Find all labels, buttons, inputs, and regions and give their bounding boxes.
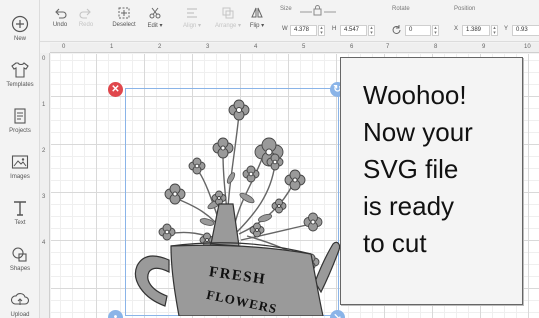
sidebar-item-text[interactable]: Text [0,198,40,226]
ruler-mark: 1 [110,44,114,50]
shirt-icon [11,62,29,78]
sidebar-item-projects[interactable]: Projects [0,106,40,134]
redo-icon [79,8,91,19]
left-sidebar: New Templates Projects Images Text Shape… [0,0,40,318]
callout-line: is ready [363,191,455,221]
edit-label: Edit ▾ [147,23,163,29]
size-label: Size [280,6,292,12]
ruler-mark: 2 [42,148,46,154]
sidebar-item-images[interactable]: Images [0,152,40,180]
width-label: W [282,26,288,32]
callout-line: SVG file [363,154,459,184]
sidebar-item-upload[interactable]: Upload [0,290,40,318]
arrange-dropdown[interactable]: Arrange ▾ [212,6,244,29]
redo-button[interactable]: Redo [76,6,96,28]
edit-dropdown[interactable]: Edit ▾ [142,6,168,29]
app-window: New Templates Projects Images Text Shape… [0,0,539,318]
sidebar-item-label: Upload [10,312,30,318]
width-field[interactable]: 4.378 [290,25,317,36]
upload-icon [10,293,30,305]
x-position-field[interactable]: 1.389 [462,25,490,36]
align-label: Align ▾ [182,23,202,29]
callout-line: to cut [363,228,427,258]
sidebar-item-shapes[interactable]: Shapes [0,244,40,272]
ruler-mark: 1 [42,102,46,108]
ruler-mark: 2 [158,44,162,50]
callout-line: Now your [363,117,473,147]
left-ruler: 0 1 2 3 4 [40,53,50,318]
align-dropdown[interactable]: Align ▾ [178,6,206,29]
rotate-field[interactable]: 0 [405,25,431,36]
ruler-mark: 0 [42,56,46,62]
ruler-mark: 10 [524,44,531,50]
redo-label: Redo [78,22,94,28]
top-ruler: 0 1 2 3 4 5 6 7 8 9 10 [50,43,539,53]
y-label: Y [504,26,509,32]
rotate-icon [392,25,401,34]
shapes-icon [12,247,27,262]
deselect-label: Deselect [112,22,136,28]
rotate-label: Rotate [392,6,410,12]
resize-handle[interactable]: ↘ [330,310,345,318]
flip-icon [251,7,263,18]
text-icon [14,201,26,216]
ruler-mark: 5 [302,44,306,50]
callout-line: Woohoo! [363,80,467,110]
undo-label: Undo [52,22,68,28]
flip-label: Flip ▾ [249,23,265,29]
width-stepper[interactable]: ▴ ▾ [318,25,325,36]
callout-box: Woohoo! Now your SVG file is ready to cu… [340,57,523,305]
position-label: Position [454,6,476,12]
flip-dropdown[interactable]: Flip ▾ [245,6,269,29]
align-icon [187,8,197,18]
rotate-stepper[interactable]: ▴ ▾ [432,25,439,36]
ruler-mark: 9 [482,44,486,50]
ruler-mark: 7 [386,44,390,50]
sidebar-item-label: Projects [9,128,31,134]
sidebar-item-label: New [13,36,26,42]
arrange-icon [222,7,234,19]
deselect-button[interactable]: Deselect [110,6,138,28]
y-position-field[interactable]: 0.93 [512,25,539,36]
sidebar-item-label: Templates [6,82,34,88]
flower-stems [168,113,312,263]
top-toolbar: Undo Redo Deselect Edit ▾ Align ▾ Arrang… [40,0,539,42]
x-label: X [454,26,459,32]
sidebar-item-templates[interactable]: Templates [0,60,40,88]
arrange-label: Arrange ▾ [214,23,242,29]
sidebar-item-new[interactable]: New [0,14,40,42]
sidebar-item-label: Images [10,174,30,180]
height-field[interactable]: 4.547 [340,25,367,36]
sidebar-item-label: Shapes [9,266,31,272]
undo-button[interactable]: Undo [50,6,70,28]
sidebar-item-label: Text [14,220,26,226]
ruler-mark: 8 [434,44,438,50]
undo-icon [55,8,67,19]
deselect-icon [118,7,130,19]
ruler-mark: 3 [42,194,46,200]
delete-handle[interactable]: ✕ [108,82,123,97]
height-label: H [332,26,337,32]
watering-can-design[interactable]: FRESH FLOWERS [115,94,355,316]
lock-handle[interactable]: • [108,310,123,318]
scissors-icon [149,7,161,19]
x-stepper[interactable]: ▴ ▾ [491,25,498,36]
height-stepper[interactable]: ▴ ▾ [368,25,375,36]
ruler-mark: 4 [254,44,258,50]
ruler-mark: 4 [42,240,46,246]
image-icon [11,155,29,169]
plus-circle-icon [11,15,29,33]
projects-icon [14,108,26,124]
ruler-mark: 6 [350,44,354,50]
lock-icon[interactable] [298,4,338,16]
ruler-mark: 0 [62,44,66,50]
ruler-mark: 3 [206,44,210,50]
